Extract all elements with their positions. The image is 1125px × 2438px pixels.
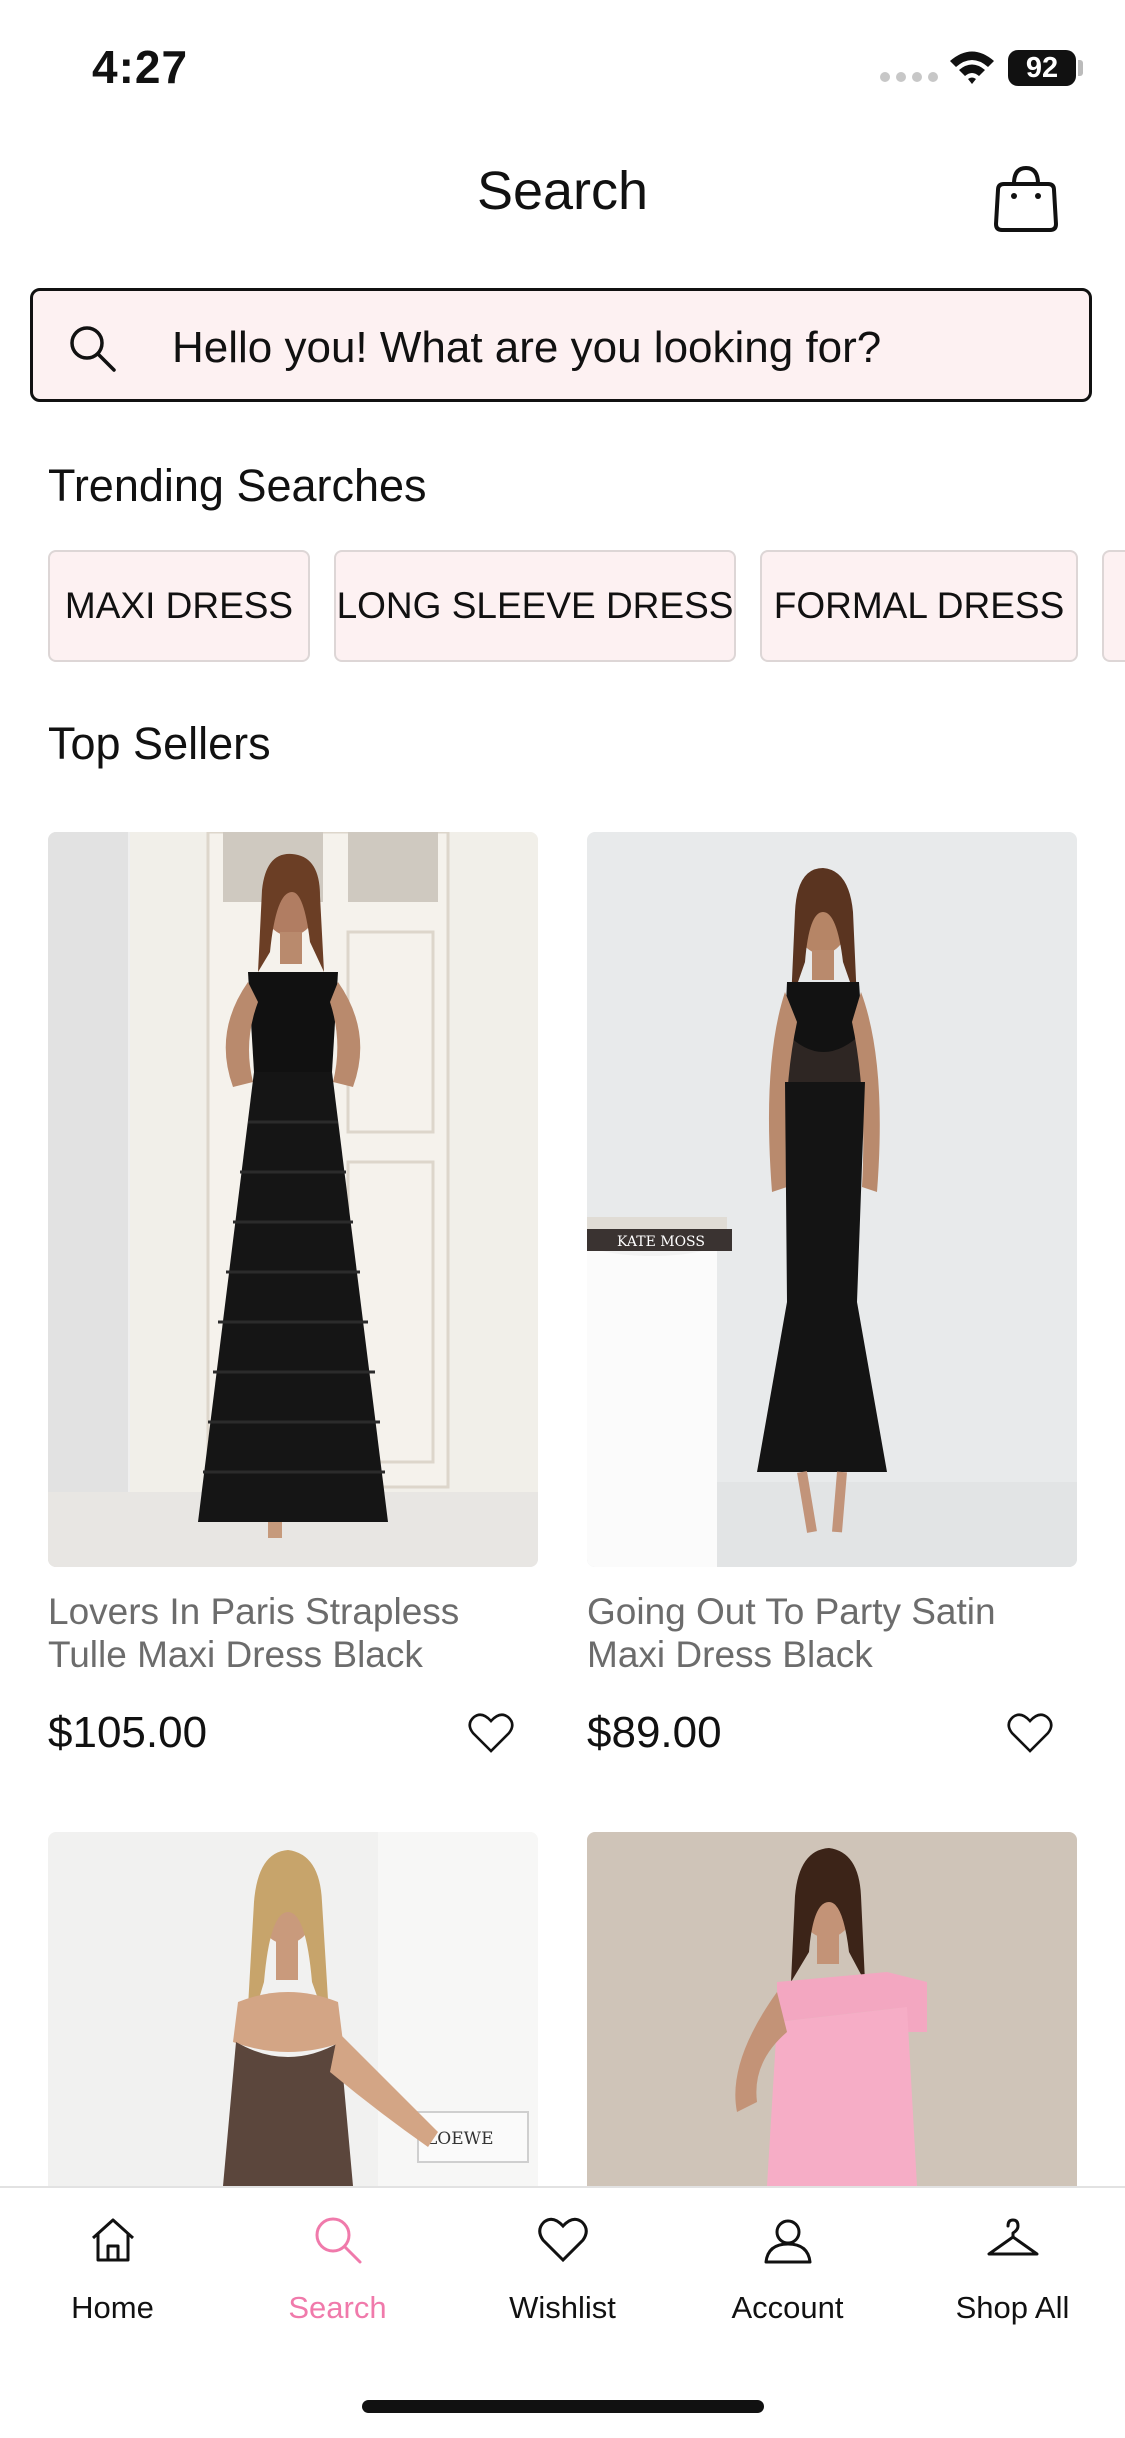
home-indicator[interactable] (362, 2400, 764, 2413)
tab-wishlist[interactable]: Wishlist (450, 2212, 675, 2342)
tab-search[interactable]: Search (225, 2212, 450, 2342)
top-sellers-title: Top Sellers (48, 718, 271, 769)
battery-tip (1078, 60, 1083, 76)
product-image-going-out-to-party[interactable]: KATE MOSS (587, 832, 1077, 1567)
wishlist-heart-icon[interactable] (468, 1712, 514, 1754)
trending-searches-title: Trending Searches (48, 460, 427, 511)
tab-account[interactable]: Account (675, 2212, 900, 2342)
battery-indicator: 92 (1008, 50, 1076, 86)
cellular-signal-icon (880, 72, 938, 82)
trending-chip-partial[interactable] (1102, 550, 1125, 662)
tab-label: Search (288, 2290, 387, 2325)
tab-shop-all[interactable]: Shop All (900, 2212, 1125, 2342)
home-icon (91, 2218, 134, 2262)
product-image-lovers-in-paris[interactable] (48, 832, 538, 1567)
product-price: $89.00 (587, 1708, 722, 1757)
status-time: 4:27 (92, 41, 189, 93)
hanger-icon (987, 2218, 1038, 2256)
trending-chip-long-sleeve-dress[interactable]: LONG SLEEVE DRESS (334, 550, 736, 662)
book-spine-text: KATE MOSS (617, 1234, 705, 1250)
tab-label: Home (71, 2290, 154, 2325)
search-icon (315, 2217, 361, 2264)
heart-icon (537, 2217, 588, 2263)
page-title: Search (476, 161, 649, 221)
product-price: $105.00 (48, 1708, 208, 1757)
product-image-brown-slip-dress[interactable]: LOEWE (48, 1832, 538, 2186)
tab-home[interactable]: Home (0, 2212, 225, 2342)
product-name[interactable]: Going Out To Party Satin Maxi Dress Blac… (587, 1590, 1077, 1676)
tab-label: Wishlist (509, 2290, 616, 2325)
trending-chip-maxi-dress[interactable]: MAXI DRESS (48, 550, 310, 662)
product-name[interactable]: Lovers In Paris Strapless Tulle Maxi Dre… (48, 1590, 538, 1676)
trending-chip-formal-dress[interactable]: FORMAL DRESS (760, 550, 1078, 662)
search-icon (70, 326, 116, 372)
tab-label: Shop All (955, 2290, 1070, 2325)
tab-label: Account (731, 2290, 844, 2325)
search-placeholder: Hello you! What are you looking for? (172, 323, 882, 372)
battery-level: 92 (1025, 51, 1059, 84)
product-image-pink-off-shoulder-dress[interactable] (587, 1832, 1077, 2186)
wifi-icon (950, 51, 994, 84)
wishlist-heart-icon[interactable] (1007, 1712, 1053, 1754)
shopping-bag-icon[interactable] (988, 160, 1064, 236)
user-icon (764, 2219, 811, 2264)
